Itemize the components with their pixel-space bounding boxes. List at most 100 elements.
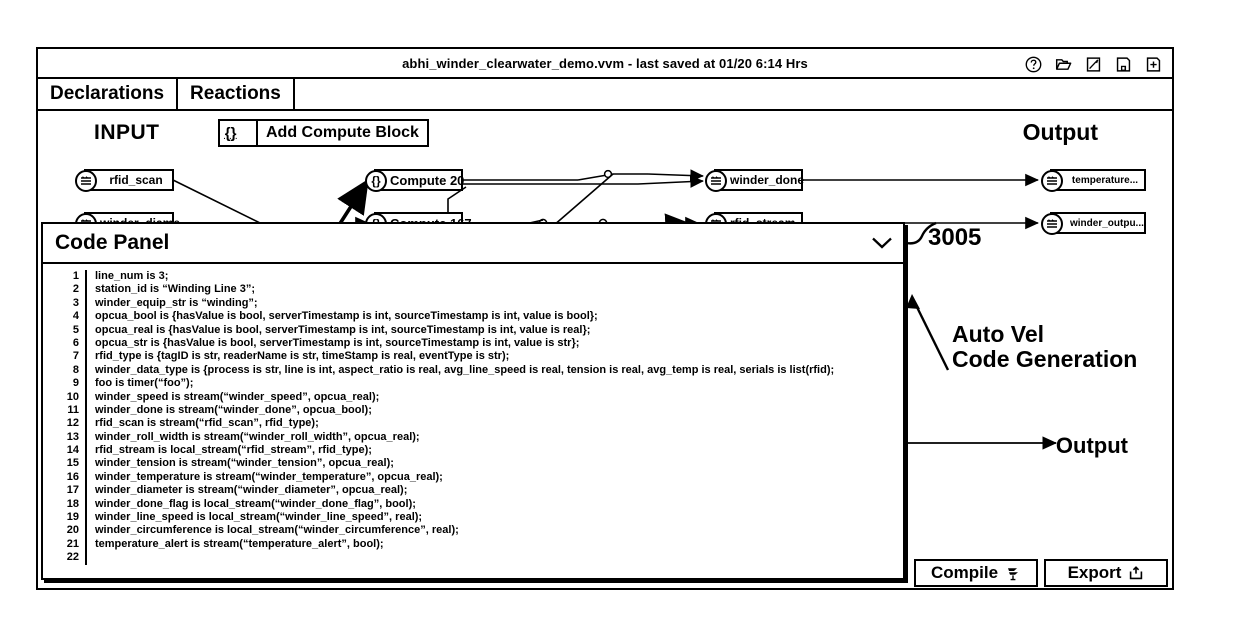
reference-number-3005: 3005 — [928, 224, 982, 251]
gear-flow-icon — [1008, 568, 1019, 581]
winder-output-node[interactable]: winder_outpu... — [1041, 212, 1146, 235]
line-number: 20 — [66, 524, 79, 537]
line-number: 19 — [66, 511, 79, 524]
rfid-scan-node-label: rfid_scan — [109, 173, 163, 187]
code-line: 16 winder_temperature is stream(“winder_t… — [43, 470, 903, 485]
line-number: 11 — [67, 403, 79, 416]
stream-icon — [1041, 170, 1063, 192]
braces-icon-dots: ..... — [223, 133, 239, 141]
code-line: 10 winder_speed is stream(“winder_speed”,… — [43, 390, 903, 404]
code-line-text: winder_circumference is local_stream(“wi… — [95, 524, 459, 537]
code-line: 6 opcua_str is {hasValue is bool, serverT… — [43, 336, 903, 351]
braces-icon: {} ..... — [220, 121, 258, 145]
line-number: 7 — [72, 350, 79, 363]
save-icon[interactable] — [1115, 56, 1132, 73]
window-title: abhi_winder_clearwater_demo.vvm - last s… — [402, 55, 808, 71]
line-number: 22 — [66, 551, 79, 564]
patent-figure-canvas: abhi_winder_clearwater_demo.vvm - last s… — [0, 0, 1240, 634]
line-number: 17 — [66, 484, 79, 497]
compute-20-icon-glyph: {} — [371, 174, 381, 188]
code-panel-header: Code Panel — [43, 224, 903, 264]
stream-icon — [705, 170, 727, 192]
code-line: 13 winder_roll_width is stream(“winder_ro… — [43, 430, 903, 445]
stream-icon — [75, 170, 97, 192]
code-line: 17 winder_diameter is stream(“winder_diam… — [43, 484, 903, 498]
code-line: 1 line_num is 3; — [43, 270, 903, 284]
temperature-output-node[interactable]: temperature... — [1041, 169, 1146, 192]
code-line-list: 1 line_num is 3; 2 station_id is “Winding … — [43, 270, 903, 565]
line-number: 8 — [72, 363, 79, 376]
title-bar: abhi_winder_clearwater_demo.vvm - last s… — [38, 49, 1172, 79]
code-line: 18 winder_done_flag is local_stream(“wind… — [43, 497, 903, 512]
code-line-text: winder_temperature is stream(“winder_tem… — [95, 470, 443, 483]
winder-output-node-label: winder_outpu... — [1070, 217, 1144, 229]
code-line: 19 winder_line_speed is local_stream(“win… — [43, 511, 903, 525]
line-number: 6 — [72, 336, 79, 349]
line-number: 10 — [66, 390, 79, 403]
code-line: 20 winder_circumference is local_stream(“… — [43, 524, 903, 538]
code-line-text: temperature_alert is stream(“temperature… — [95, 537, 384, 550]
code-line-text: opcua_bool is {hasValue is bool, serverT… — [95, 310, 598, 323]
rfid-scan-node[interactable]: rfid_scan — [75, 169, 174, 192]
code-line: 8 winder_data_type is {process is str, li… — [43, 363, 903, 378]
line-number: 16 — [66, 470, 79, 483]
code-line-text: station_id is “Winding Line 3”; — [95, 283, 256, 296]
code-line-text: winder_equip_str is “winding”; — [95, 296, 258, 309]
code-line: 15 winder_tension is stream(“winder_tensi… — [43, 457, 903, 471]
winder-done-node-label: winder_done — [730, 173, 805, 187]
new-file-icon[interactable] — [1145, 56, 1162, 73]
upload-icon — [1130, 566, 1143, 580]
output-flow-label: Output — [1055, 433, 1128, 458]
code-line: 5 opcua_real is {hasValue is bool, server… — [43, 323, 903, 337]
title-bar-icon-group — [1025, 49, 1162, 79]
line-number: 5 — [72, 323, 79, 336]
line-number: 2 — [72, 283, 79, 296]
code-line-text: winder_line_speed is local_stream(“winde… — [95, 511, 423, 524]
help-icon[interactable] — [1025, 56, 1042, 73]
edit-icon[interactable] — [1085, 56, 1102, 73]
open-folder-icon[interactable] — [1055, 56, 1072, 73]
code-line-text: winder_data_type is {process is str, lin… — [95, 363, 835, 376]
code-line: 11 winder_done is stream(“winder_done”, o… — [43, 403, 903, 418]
add-compute-block-button[interactable]: {} ..... Add Compute Block — [218, 119, 429, 147]
annotation-line-2: Code Generation — [952, 345, 1138, 372]
tab-declarations[interactable]: Declarations — [38, 79, 179, 109]
chevron-down-icon[interactable] — [871, 236, 893, 250]
add-compute-block-label: Add Compute Block — [266, 124, 419, 141]
code-line-text: opcua_str is {hasValue is bool, serverTi… — [95, 336, 580, 349]
tab-reactions[interactable]: Reactions — [178, 79, 295, 109]
code-editor-area[interactable]: 1 line_num is 3; 2 station_id is “Winding … — [43, 264, 903, 578]
code-line: 9 foo is timer(“foo”); — [43, 377, 903, 391]
code-panel[interactable]: Code Panel 1 line_num is 3; 2 station_id i… — [41, 222, 905, 580]
output-section-label: Output — [1022, 119, 1098, 145]
export-button[interactable]: Export — [1044, 559, 1168, 587]
code-line-text: winder_speed is stream(“winder_speed”, o… — [95, 390, 380, 403]
compute-20-node-label: Compute 20 — [390, 172, 465, 188]
code-line-text: opcua_real is {hasValue is bool, serverT… — [95, 323, 591, 336]
tab-reactions-label: Reactions — [190, 83, 281, 104]
line-number: 21 — [66, 537, 79, 550]
winder-done-node[interactable]: winder_done — [705, 169, 804, 192]
code-line-text: line_num is 3; — [95, 270, 169, 282]
code-line-text: rfid_scan is stream(“rfid_scan”, rfid_ty… — [95, 417, 319, 430]
gutter-divider — [85, 551, 87, 565]
code-line-text: rfid_type is {tagID is str, readerName i… — [95, 350, 510, 363]
compile-button[interactable]: Compile — [914, 559, 1038, 587]
tab-declarations-label: Declarations — [50, 83, 165, 104]
code-line: 4 opcua_bool is {hasValue is bool, server… — [43, 310, 903, 324]
annotation-line-1: Auto Vel — [952, 321, 1045, 347]
code-line-text: foo is timer(“foo”); — [95, 377, 194, 390]
code-line-text: winder_done_flag is local_stream(“winder… — [95, 497, 416, 510]
code-line-text: rfid_stream is local_stream(“rfid_stream… — [95, 444, 372, 457]
code-line-text: winder_done is stream(“winder_done”, opc… — [95, 403, 372, 416]
code-line-text: winder_roll_width is stream(“winder_roll… — [95, 430, 420, 443]
line-number: 3 — [72, 296, 79, 309]
code-line: 22 — [43, 551, 903, 565]
code-line: 3 winder_equip_str is “winding”; — [43, 296, 903, 311]
code-line: 2 station_id is “Winding Line 3”; — [43, 283, 903, 297]
code-line: 14 rfid_stream is local_stream(“rfid_stre… — [43, 444, 903, 458]
line-number: 9 — [72, 377, 79, 390]
temperature-output-node-label: temperature... — [1071, 174, 1139, 186]
stream-icon — [1041, 213, 1063, 235]
compute-20-node[interactable]: {} Compute 20 — [365, 169, 464, 192]
